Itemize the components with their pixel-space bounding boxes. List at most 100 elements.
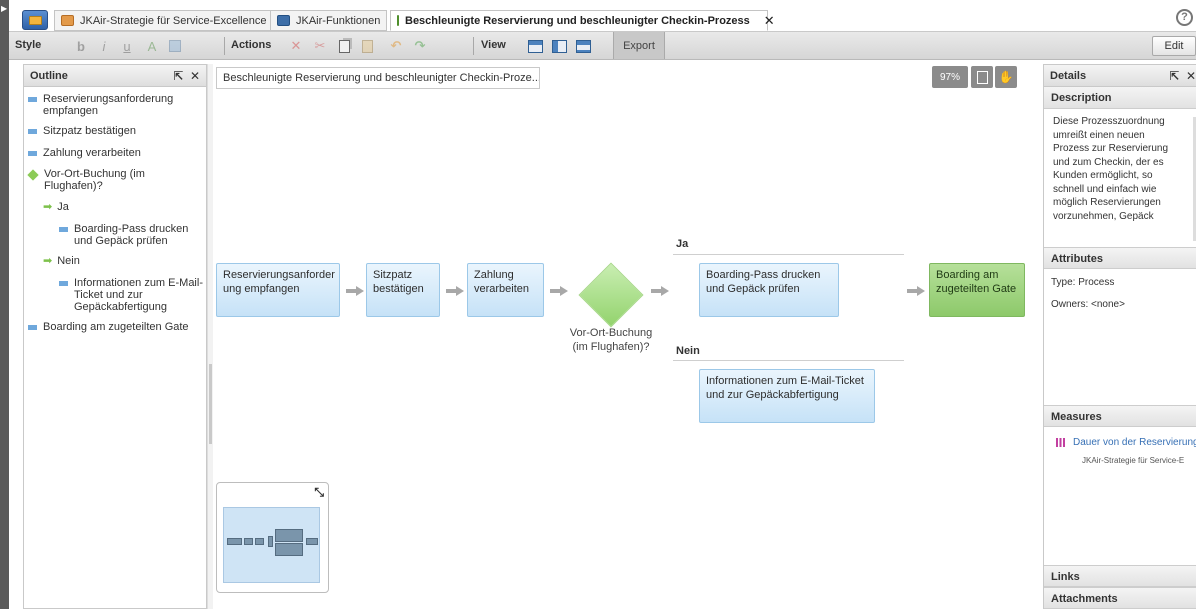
outline-item[interactable]: ➡ Nein xyxy=(43,255,193,267)
outline-item-label: Ja xyxy=(57,201,69,213)
links-header[interactable]: Links xyxy=(1044,565,1196,587)
home-folder-button[interactable] xyxy=(22,10,48,30)
tab-label: JKAir-Funktionen xyxy=(296,14,381,27)
measure-link[interactable]: Dauer von der Reservierung xyxy=(1056,437,1196,448)
outline-panel: Outline ⇱ ✕ Reservierungsanforderung emp… xyxy=(23,64,207,609)
measures-header[interactable]: Measures xyxy=(1044,405,1196,427)
minimap-node xyxy=(275,529,303,542)
outline-header: Outline ⇱ ✕ xyxy=(24,65,206,87)
outline-item[interactable]: Boarding-Pass drucken und Gepäck prüfen xyxy=(59,223,204,247)
measure-source: JKAir-Strategie für Service-E xyxy=(1082,456,1185,465)
paste-icon[interactable] xyxy=(359,38,375,54)
separator xyxy=(224,37,225,55)
fill-color-icon[interactable] xyxy=(167,38,183,54)
details-panel: Details ⇱ ✕ Description Diese Prozesszuo… xyxy=(1043,64,1196,609)
close-icon[interactable]: ✕ xyxy=(1186,69,1196,83)
detach-icon[interactable]: ⇱ xyxy=(1169,69,1179,83)
task-icon xyxy=(28,97,37,102)
tab-functions[interactable]: JKAir-Funktionen xyxy=(270,10,388,31)
type-attribute: Type: Process xyxy=(1051,277,1115,288)
cut-icon[interactable]: ✂ xyxy=(312,38,328,54)
task-icon xyxy=(59,227,68,232)
attributes-header[interactable]: Attributes xyxy=(1044,247,1196,269)
task-node[interactable]: Sitzpatz bestätigen xyxy=(366,263,440,317)
outline-item-label: Nein xyxy=(57,255,80,267)
decision-icon xyxy=(27,169,39,181)
left-collapse-strip[interactable]: ▶ xyxy=(0,0,9,609)
redo-icon[interactable]: ↷ xyxy=(412,38,428,54)
attachments-header[interactable]: Attachments xyxy=(1044,587,1196,609)
style-label: Style xyxy=(15,39,42,51)
close-tab-icon[interactable]: ✕ xyxy=(764,13,775,29)
view-label: View xyxy=(481,39,506,51)
expand-arrow-icon[interactable]: ▶ xyxy=(1,4,7,13)
outline-item[interactable]: Boarding am zugeteilten Gate xyxy=(28,321,204,333)
outline-item[interactable]: Reservierungsanforderung empfangen xyxy=(28,93,204,117)
task-node[interactable]: Boarding-Pass drucken und Gepäck prüfen xyxy=(699,263,839,317)
outline-item[interactable]: Zahlung verarbeiten xyxy=(28,147,204,159)
lane-divider xyxy=(673,254,904,255)
description-header[interactable]: Description xyxy=(1044,87,1196,109)
font-color-icon[interactable]: A xyxy=(144,38,160,54)
splitter-grip[interactable] xyxy=(209,364,212,444)
details-panel-controls: ⇱ ✕ xyxy=(1169,69,1196,83)
tab-process[interactable]: Beschleunigte Reservierung und beschleun… xyxy=(390,10,775,31)
details-title: Details xyxy=(1050,70,1087,82)
view-layout-1-icon[interactable] xyxy=(527,38,543,54)
underline-icon[interactable]: u xyxy=(119,38,135,54)
tab-label: JKAir-Strategie für Service-Excellence xyxy=(80,14,267,27)
process-map-icon xyxy=(397,15,399,26)
outline-item[interactable]: ➡ Ja xyxy=(43,201,193,213)
task-node[interactable]: Zahlung verarbeiten xyxy=(467,263,544,317)
delete-icon[interactable]: ✕ xyxy=(288,38,304,54)
close-icon[interactable]: ✕ xyxy=(190,69,200,83)
pan-hand-icon[interactable]: ✋ xyxy=(995,66,1017,88)
minimap[interactable]: ⤡ xyxy=(216,482,329,593)
details-header: Details ⇱ ✕ xyxy=(1044,65,1196,87)
undo-icon[interactable]: ↶ xyxy=(388,38,404,54)
task-node[interactable]: Reservierungsanforder ung empfangen xyxy=(216,263,340,317)
edit-button[interactable]: Edit xyxy=(1152,36,1196,56)
outline-panel-controls: ⇱ ✕ xyxy=(173,69,200,83)
outline-item-label: Zahlung verarbeiten xyxy=(43,147,141,159)
flow-arrow xyxy=(550,286,568,296)
decision-node[interactable] xyxy=(578,262,644,328)
minimap-node xyxy=(275,543,303,556)
tab-strategy[interactable]: JKAir-Strategie für Service-Excellence xyxy=(54,10,274,31)
export-button[interactable]: Export xyxy=(613,32,665,59)
actions-label: Actions xyxy=(231,39,272,51)
zoom-level[interactable]: 97% xyxy=(932,66,968,88)
view-layout-2-icon[interactable] xyxy=(551,38,567,54)
view-layout-3-icon[interactable] xyxy=(575,38,591,54)
end-task-node[interactable]: Boarding am zugeteilten Gate xyxy=(929,263,1025,317)
lane-label-nein: Nein xyxy=(676,345,700,357)
branch-arrow-icon: ➡ xyxy=(43,201,53,213)
functions-grid-icon xyxy=(277,15,290,26)
help-icon[interactable]: ? xyxy=(1176,9,1193,26)
outline-item[interactable]: Sitzpatz bestätigen xyxy=(28,125,204,137)
italic-icon[interactable]: i xyxy=(96,38,112,54)
outline-item[interactable]: Vor-Ort-Buchung (im Flughafen)? xyxy=(27,168,178,192)
separator xyxy=(473,37,474,55)
breadcrumb[interactable]: Beschleunigte Reservierung und beschleun… xyxy=(216,67,540,89)
fit-to-page-icon[interactable] xyxy=(971,66,993,88)
detach-icon[interactable]: ⇱ xyxy=(173,69,183,83)
minimap-viewport[interactable] xyxy=(223,507,320,583)
bold-icon[interactable]: b xyxy=(73,38,89,54)
minimap-node xyxy=(306,538,318,545)
outline-item-label: Boarding-Pass drucken und Gepäck prüfen xyxy=(74,223,189,247)
bar-chart-icon xyxy=(1056,438,1065,447)
lane-divider xyxy=(673,360,904,361)
outline-item[interactable]: Informationen zum E-Mail-Ticket und zur … xyxy=(59,277,204,313)
flow-arrow xyxy=(651,286,669,296)
outline-item-label: Reservierungsanforderung empfangen xyxy=(43,93,174,117)
collapse-minimap-icon[interactable]: ⤡ xyxy=(314,485,324,500)
outline-item-label: Sitzpatz bestätigen xyxy=(43,125,136,137)
task-node[interactable]: Informationen zum E-Mail-Ticket und zur … xyxy=(699,369,875,423)
task-icon xyxy=(28,151,37,156)
process-canvas[interactable]: Beschleunigte Reservierung und beschleun… xyxy=(213,64,1040,609)
task-icon xyxy=(28,325,37,330)
flow-arrow xyxy=(346,286,364,296)
copy-icon[interactable] xyxy=(336,38,352,54)
lane-label-ja: Ja xyxy=(676,238,689,250)
